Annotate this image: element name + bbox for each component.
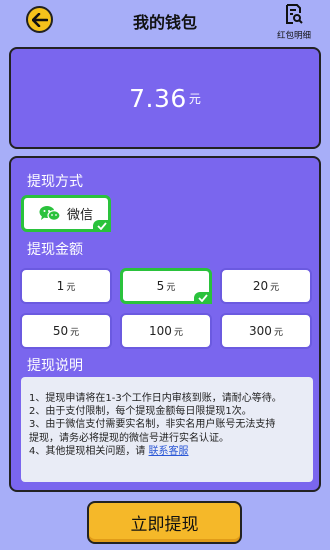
balance-card: 7.36 元 <box>9 47 321 149</box>
amount-option-5[interactable]: 5元 <box>120 268 212 304</box>
note-line: 3、由于微信支付需要实名制，非实名用户账号无法支持 <box>29 419 276 431</box>
check-icon <box>198 294 208 302</box>
amount-value: 50 <box>52 324 69 338</box>
red-packet-detail-label: 红包明细 <box>276 31 311 41</box>
check-icon <box>97 222 107 230</box>
balance-unit: 元 <box>188 91 201 106</box>
note-text: 4、其他提现相关问题，请 <box>29 445 149 457</box>
document-search-icon <box>286 4 303 24</box>
amount-option-20[interactable]: 20 元 <box>220 268 312 304</box>
amount-option-1[interactable]: 1元 <box>20 268 112 304</box>
amount-value: 300 <box>249 324 272 338</box>
amount-value: 100 <box>149 324 172 338</box>
selected-check <box>93 220 111 232</box>
amount-value: 5 <box>156 279 165 293</box>
contact-service-link[interactable]: 联系客服 <box>149 446 189 457</box>
amount-value: 20 <box>252 279 269 293</box>
withdraw-button[interactable]: 立即提现 <box>87 501 242 544</box>
amount-value: 1 <box>56 279 65 293</box>
amount-unit: 元 <box>166 282 176 293</box>
wechat-label: 微信 <box>67 208 94 223</box>
amount-unit: 元 <box>70 327 80 338</box>
amount-option-100[interactable]: 100 元 <box>120 313 212 349</box>
wechat-icon <box>39 206 61 221</box>
amount-option-300[interactable]: 300 元 <box>220 313 312 349</box>
amount-unit: 元 <box>66 282 76 293</box>
notes-box: 1、提现申请将在1-3个工作日内审核到账，请耐心等待。 2、由于支付限制，每个提… <box>21 377 313 482</box>
withdraw-panel: 提现方式 微信 提现金额 1 元 5 元 20 元 50 元 100 元 300 元 提现说明 1、提… <box>9 156 321 492</box>
wechat-method-option[interactable]: 微信 <box>21 195 111 232</box>
note-line: 提现，请务必将提现的微信号进行实名认证。 <box>29 432 229 444</box>
header: 我的钱包 红包明细 <box>0 0 330 41</box>
note-line: 1、提现申请将在1-3个工作日内审核到账，请耐心等待。 <box>29 393 282 404</box>
red-packet-detail-button[interactable]: 红包明细 <box>272 4 316 41</box>
note-line: 2、由于支付限制，每个提现金额每日限提现1次。 <box>29 406 252 418</box>
note-line: 4、其他提现相关问题，请 联系客服 <box>29 445 313 458</box>
amount-unit: 元 <box>173 327 183 338</box>
notes-title: 提现说明 <box>27 358 83 374</box>
balance-amount: 7.36 <box>129 83 187 113</box>
method-title: 提现方式 <box>27 174 83 190</box>
selected-check <box>194 292 212 304</box>
amount-unit: 元 <box>273 327 283 338</box>
amount-option-50[interactable]: 50 元 <box>20 313 112 349</box>
amount-title: 提现金额 <box>27 242 83 258</box>
amount-unit: 元 <box>270 282 280 293</box>
